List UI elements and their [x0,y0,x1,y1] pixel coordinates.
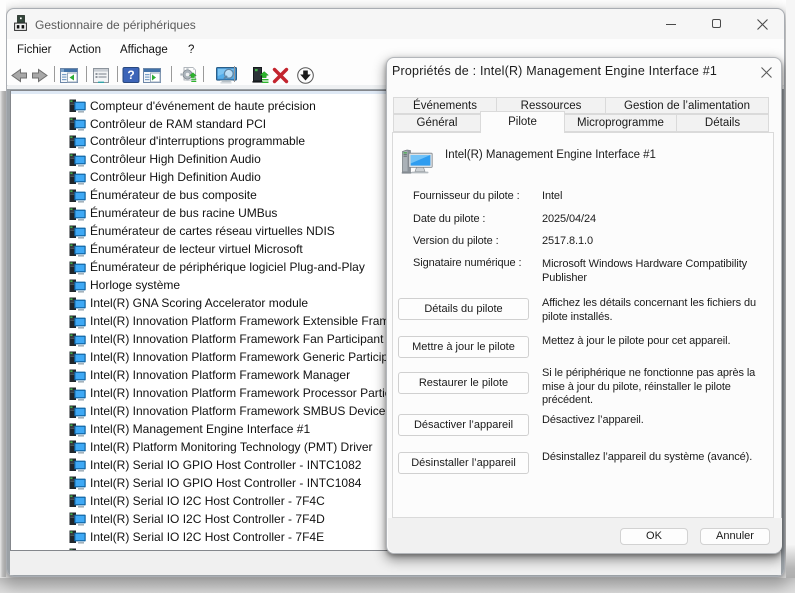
svg-text:?: ? [127,68,134,82]
